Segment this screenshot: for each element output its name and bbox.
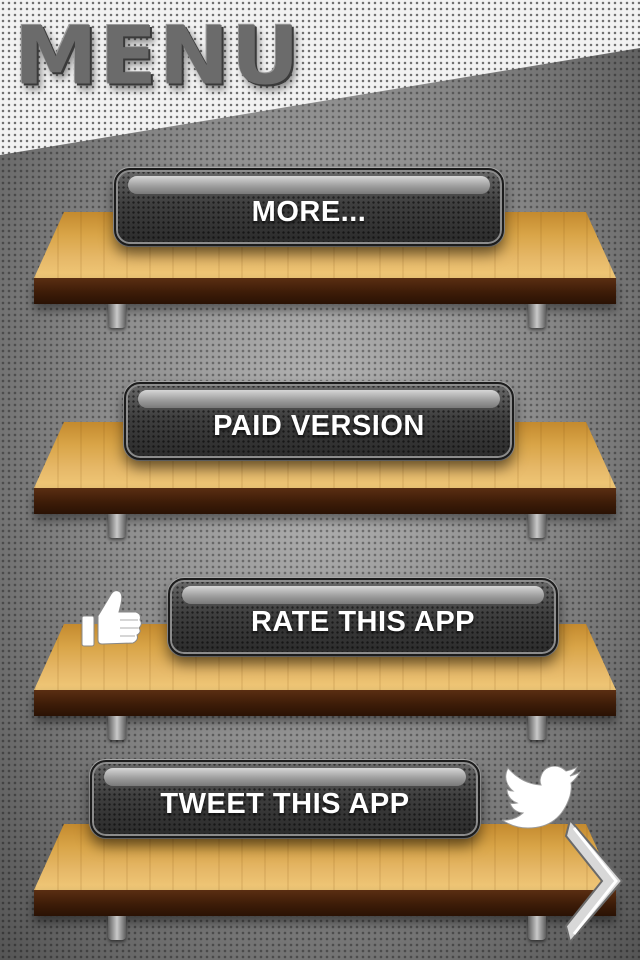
shelf-bracket bbox=[528, 916, 546, 940]
shelf-bracket bbox=[528, 304, 546, 328]
shelf-bracket bbox=[528, 716, 546, 740]
shelf-bracket bbox=[108, 716, 126, 740]
paid-version-button[interactable]: PAID VERSION bbox=[124, 382, 514, 460]
rate-app-button[interactable]: RATE THIS APP bbox=[168, 578, 558, 656]
shelf-front bbox=[34, 890, 616, 916]
shelf-front bbox=[34, 488, 616, 514]
thumbs-up-icon[interactable] bbox=[80, 586, 144, 650]
tweet-app-button[interactable]: TWEET THIS APP bbox=[90, 760, 480, 838]
button-gloss bbox=[128, 176, 490, 194]
more-button[interactable]: MORE... bbox=[114, 168, 504, 246]
shelf-bracket bbox=[108, 514, 126, 538]
button-gloss bbox=[138, 390, 500, 408]
rate-app-button-label: RATE THIS APP bbox=[250, 605, 475, 638]
button-gloss bbox=[182, 586, 544, 604]
paid-version-button-label: PAID VERSION bbox=[213, 409, 425, 442]
button-gloss bbox=[104, 768, 466, 786]
page-title: MENU bbox=[14, 9, 302, 103]
shelf-front bbox=[34, 278, 616, 304]
tweet-app-button-label: TWEET THIS APP bbox=[160, 787, 410, 820]
shelf bbox=[34, 824, 616, 940]
shelf-bracket bbox=[108, 304, 126, 328]
menu-screen: MENU MORE... PAID VERSION RATE THIS APP bbox=[0, 0, 640, 960]
shelf-front bbox=[34, 690, 616, 716]
shelf-bracket bbox=[528, 514, 546, 538]
shelf-bracket bbox=[108, 916, 126, 940]
more-button-label: MORE... bbox=[251, 195, 367, 228]
chevron-right-icon[interactable] bbox=[562, 816, 630, 946]
